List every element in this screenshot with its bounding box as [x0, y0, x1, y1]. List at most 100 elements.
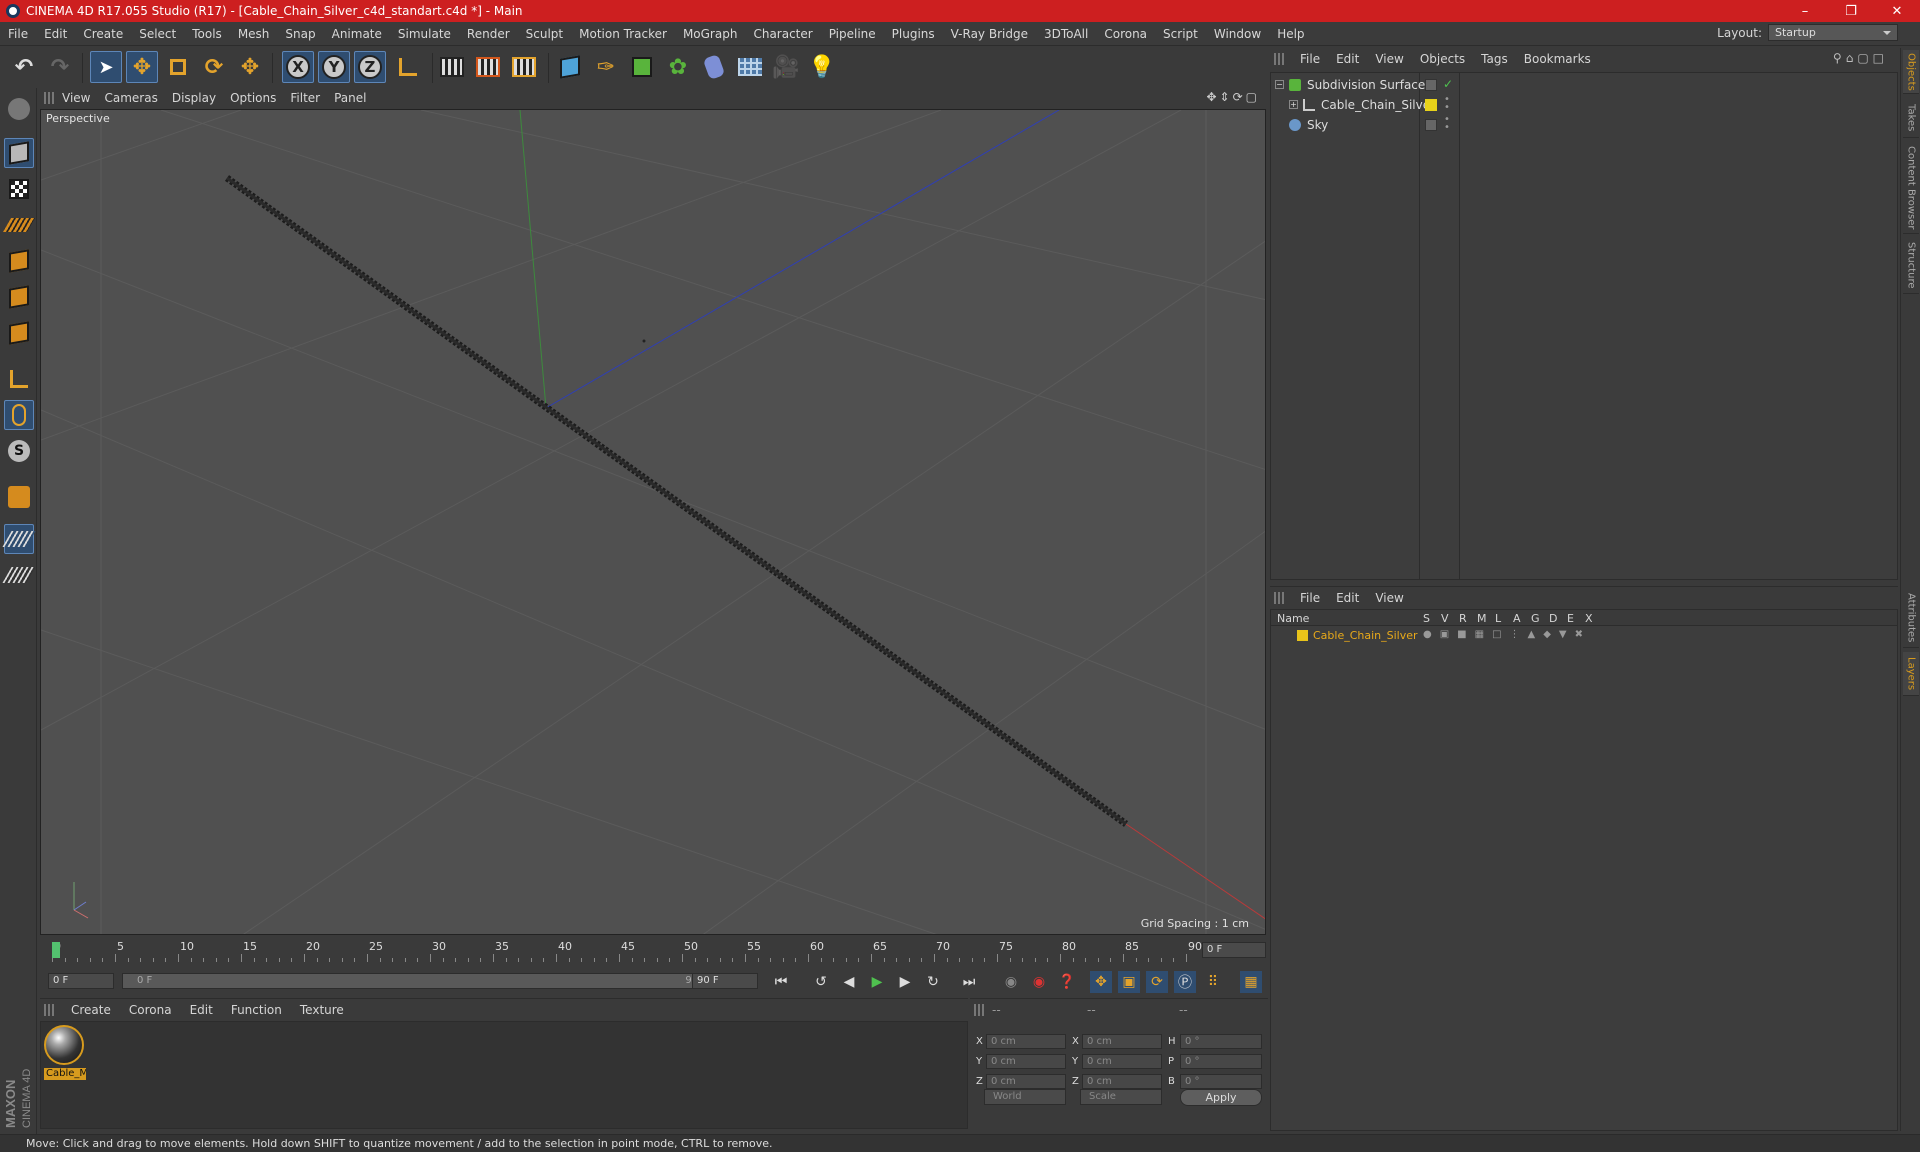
current-frame-field[interactable]: 0 F: [1202, 942, 1266, 958]
playhead-marker[interactable]: [52, 942, 60, 958]
texture-mode-button[interactable]: [4, 174, 34, 204]
layer-flag-icons[interactable]: ●▣■▦□⋮▲◆▼✖: [1423, 629, 1591, 640]
object-name[interactable]: Subdivision Surface: [1307, 78, 1425, 92]
layer-row[interactable]: Cable_Chain_Silver ●▣■▦□⋮▲◆▼✖: [1271, 627, 1897, 645]
add-camera-button[interactable]: 🎥: [770, 51, 802, 83]
material-menu-function[interactable]: Function: [222, 1003, 291, 1017]
maximize-button[interactable]: ❐: [1828, 0, 1874, 22]
rotation-p-field[interactable]: 0 °: [1180, 1054, 1262, 1069]
object-menu-bookmarks[interactable]: Bookmarks: [1516, 52, 1599, 66]
frame-ruler[interactable]: 051015202530354045505560657075808590: [52, 938, 1202, 962]
viewport-menu-view[interactable]: View: [62, 91, 100, 105]
x-axis-lock-button[interactable]: X: [282, 51, 314, 83]
render-view-button[interactable]: [436, 51, 468, 83]
column-xref[interactable]: X: [1585, 612, 1593, 625]
column-locked[interactable]: L: [1495, 612, 1501, 625]
menu-file[interactable]: File: [0, 27, 36, 41]
coordinate-system-button[interactable]: [392, 51, 424, 83]
rotate-tool-button[interactable]: ⟳: [198, 51, 230, 83]
menu-animate[interactable]: Animate: [324, 27, 390, 41]
workplane-mode-button[interactable]: [2, 210, 36, 240]
add-deformer-button[interactable]: [698, 51, 730, 83]
menu-edit[interactable]: Edit: [36, 27, 75, 41]
record-position-button[interactable]: ✥: [1090, 971, 1112, 993]
previous-key-button[interactable]: ↺: [810, 971, 832, 993]
menu-mograph[interactable]: MoGraph: [675, 27, 746, 41]
play-button[interactable]: ▶: [866, 971, 888, 993]
polygons-mode-button[interactable]: [4, 318, 34, 348]
redo-button[interactable]: ↷: [44, 51, 76, 83]
layer-color-swatch[interactable]: [1297, 630, 1308, 641]
add-cube-button[interactable]: [554, 51, 586, 83]
menu-render[interactable]: Render: [459, 27, 518, 41]
material-name[interactable]: Cable_M: [44, 1068, 86, 1080]
layer-menu-file[interactable]: File: [1292, 591, 1328, 605]
close-button[interactable]: ✕: [1874, 0, 1920, 22]
menu-create[interactable]: Create: [75, 27, 131, 41]
menu-character[interactable]: Character: [745, 27, 820, 41]
snap-button[interactable]: [4, 482, 34, 512]
make-editable-button[interactable]: [4, 94, 34, 124]
menu-help[interactable]: Help: [1269, 27, 1312, 41]
object-name[interactable]: Sky: [1307, 118, 1328, 132]
autokey-button[interactable]: ◉: [1028, 971, 1050, 993]
column-solo[interactable]: S: [1423, 612, 1430, 625]
axis-mode-button[interactable]: [4, 364, 34, 394]
position-x-field[interactable]: 0 cm: [986, 1034, 1066, 1049]
menu-tools[interactable]: Tools: [184, 27, 230, 41]
layer-name[interactable]: Cable_Chain_Silver: [1313, 629, 1418, 642]
object-name[interactable]: Cable_Chain_Silver: [1321, 98, 1435, 112]
viewport-menu-display[interactable]: Display: [172, 91, 226, 105]
transform-tool-button[interactable]: ✥: [234, 51, 266, 83]
layer-color-icon[interactable]: [1425, 99, 1437, 111]
viewport-camera-label[interactable]: Perspective: [46, 112, 110, 125]
material-menu-texture[interactable]: Texture: [291, 1003, 353, 1017]
edges-mode-button[interactable]: [4, 282, 34, 312]
solo-button[interactable]: S: [4, 436, 34, 466]
new-window-icon[interactable]: ▢: [1857, 51, 1872, 65]
menu-snap[interactable]: Snap: [277, 27, 323, 41]
rotation-h-field[interactable]: 0 °: [1180, 1034, 1262, 1049]
live-selection-button[interactable]: ➤: [90, 51, 122, 83]
layer-menu-edit[interactable]: Edit: [1328, 591, 1367, 605]
viewport-menu-filter[interactable]: Filter: [290, 91, 330, 105]
record-rotation-button[interactable]: ⟳: [1146, 971, 1168, 993]
go-to-start-button[interactable]: ⏮: [770, 971, 792, 993]
previous-frame-button[interactable]: ◀: [838, 971, 860, 993]
menu-vray-bridge[interactable]: V-Ray Bridge: [943, 27, 1036, 41]
visibility-dots-icon[interactable]: • •: [1444, 95, 1450, 113]
frame-range-slider[interactable]: 0 F 90 F: [122, 973, 722, 989]
viewport-dolly-icon[interactable]: ⇕: [1220, 90, 1233, 104]
object-menu-objects[interactable]: Objects: [1412, 52, 1473, 66]
material-menu-corona[interactable]: Corona: [120, 1003, 181, 1017]
home-icon[interactable]: ⌂: [1846, 51, 1858, 65]
material-thumbnail[interactable]: [44, 1025, 84, 1065]
object-menu-edit[interactable]: Edit: [1328, 52, 1367, 66]
minimize-button[interactable]: –: [1782, 0, 1828, 22]
object-row-sky[interactable]: Sky • •: [1271, 115, 1897, 135]
start-frame-field[interactable]: 0 F: [48, 973, 114, 989]
menu-corona[interactable]: Corona: [1096, 27, 1155, 41]
layout-select[interactable]: Startup: [1768, 24, 1898, 41]
record-pla-button[interactable]: ⠿: [1202, 971, 1224, 993]
tab-objects[interactable]: Objects: [1903, 50, 1919, 94]
enabled-check-icon[interactable]: ✓: [1443, 77, 1453, 91]
workplane-rotate-button[interactable]: [2, 560, 36, 590]
object-menu-tags[interactable]: Tags: [1473, 52, 1516, 66]
record-keys-button[interactable]: ◉: [1000, 971, 1022, 993]
column-generators[interactable]: G: [1531, 612, 1540, 625]
points-mode-button[interactable]: [4, 246, 34, 276]
menu-3dtoall[interactable]: 3DToAll: [1036, 27, 1096, 41]
layer-menu-view[interactable]: View: [1367, 591, 1411, 605]
y-axis-lock-button[interactable]: Y: [318, 51, 350, 83]
column-deformers[interactable]: D: [1549, 612, 1557, 625]
perspective-viewport[interactable]: Perspective Grid Spacing : 1 cm: [40, 109, 1266, 935]
apply-button[interactable]: Apply: [1180, 1089, 1262, 1106]
column-render[interactable]: R: [1459, 612, 1467, 625]
add-spline-button[interactable]: ✑: [590, 51, 622, 83]
move-tool-button[interactable]: ✥: [126, 51, 158, 83]
maximize-panel-icon[interactable]: □: [1873, 51, 1888, 65]
add-nurbs-button[interactable]: [626, 51, 658, 83]
object-menu-file[interactable]: File: [1292, 52, 1328, 66]
column-expressions[interactable]: E: [1567, 612, 1574, 625]
